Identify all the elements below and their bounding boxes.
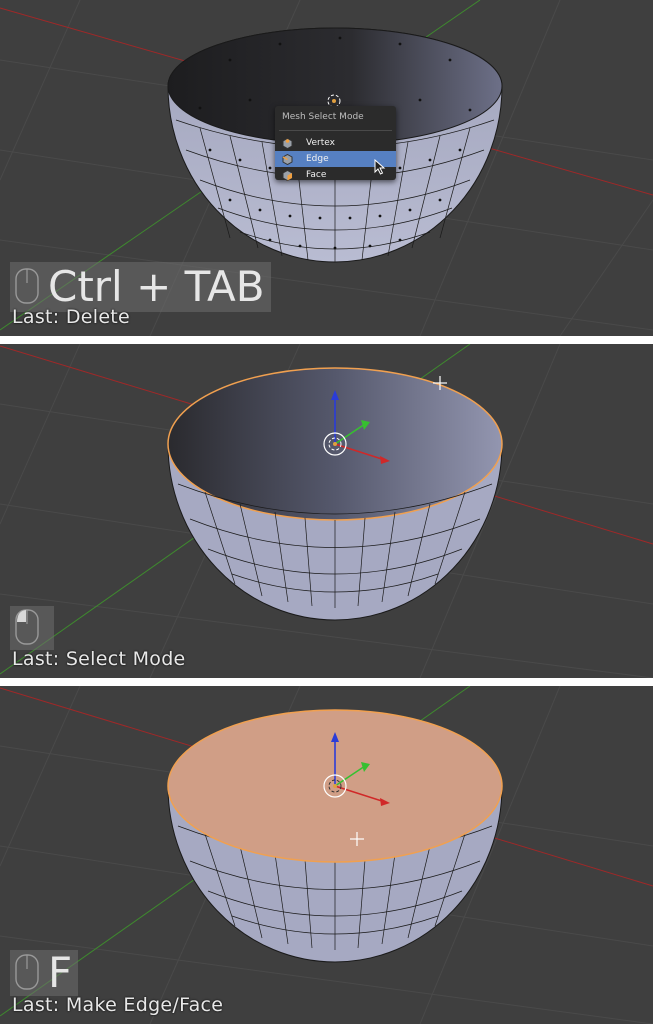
menu-item-label: Edge <box>306 154 329 164</box>
vertex-mode-icon <box>282 137 293 149</box>
edge-mode-icon <box>282 153 293 165</box>
viewport-panel-1[interactable]: Mesh Select Mode Vertex Edge Face Ctrl +… <box>0 0 653 336</box>
face-mode-icon <box>282 169 293 181</box>
menu-item-label: Vertex <box>306 138 335 148</box>
menu-separator <box>279 130 392 131</box>
mouse-icon <box>15 954 39 990</box>
last-operator-label: Last: Delete <box>12 306 131 328</box>
mouse-icon <box>15 268 39 304</box>
key-label: F <box>48 948 73 997</box>
menu-item-label: Face <box>306 170 327 180</box>
viewport-panel-2[interactable]: Last: Select Mode <box>0 344 653 678</box>
viewport-panel-3[interactable]: F Last: Make Edge/Face <box>0 686 653 1024</box>
viewport-scene[interactable] <box>0 344 653 678</box>
key-overlay: F <box>10 948 79 997</box>
menu-item-vertex[interactable]: Vertex <box>275 135 396 151</box>
key-overlay <box>10 606 54 650</box>
menu-title: Mesh Select Mode <box>282 112 364 122</box>
mouse-pointer-icon <box>374 159 386 175</box>
key-overlay: Ctrl + TAB <box>10 262 271 312</box>
mouse-icon <box>15 609 39 645</box>
last-operator-label: Last: Make Edge/Face <box>12 994 224 1016</box>
viewport-scene[interactable] <box>0 686 653 1024</box>
last-operator-label: Last: Select Mode <box>12 648 186 670</box>
key-label: Ctrl + TAB <box>48 262 265 311</box>
